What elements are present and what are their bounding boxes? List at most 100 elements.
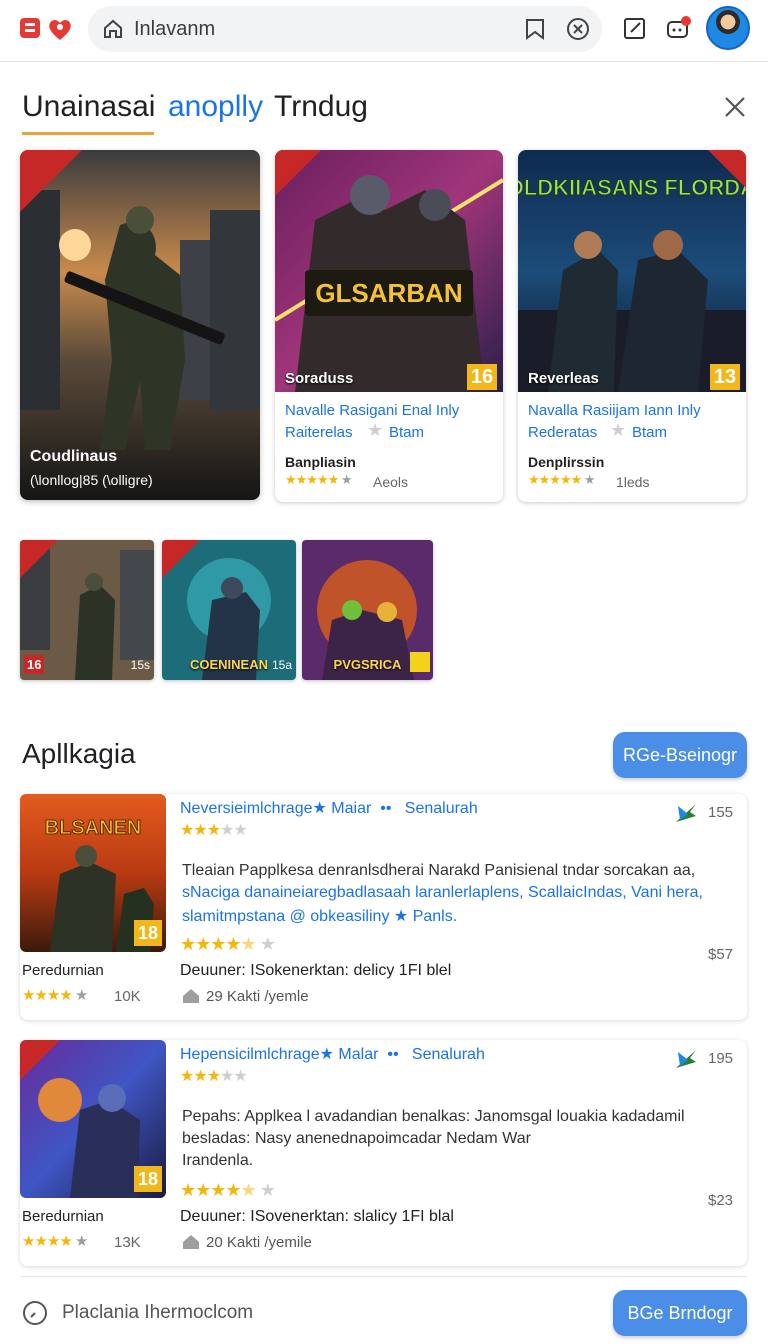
card-description-tag[interactable]: Btam (389, 424, 424, 441)
section-title: Apllkagia (22, 738, 136, 769)
app-description-line3[interactable]: slamitmpstana @ obkeasiliny ★ Panls. (182, 906, 457, 926)
download-icon[interactable] (674, 1048, 698, 1070)
bookmark-icon[interactable] (524, 18, 546, 42)
app-description-line3: Irandenla. (182, 1152, 254, 1169)
card-overlay-label: Soraduss (285, 370, 354, 387)
search-input[interactable]: Inlavanm (134, 18, 215, 41)
star-icon: ★ (312, 800, 327, 817)
app-name: Beredurnian (22, 1208, 104, 1225)
download-count: 195 (708, 1050, 734, 1067)
game-thumbnail[interactable]: COENINEAN 15a (162, 540, 296, 680)
age-rating-badge: 18 (134, 1166, 162, 1192)
active-tab-underline (22, 132, 154, 135)
home-icon[interactable] (102, 18, 124, 40)
publisher-line: Neversieimlchrage★ Maiar •• Senalurah (180, 798, 478, 818)
app-description-line1: Pepahs: Applkea l avadandian benalkas: J… (182, 1108, 685, 1125)
game-thumbnail[interactable]: PVGSRICA (302, 540, 433, 680)
app-list-item[interactable]: BLSANEN 18 Neversieimlchrage★ Maiar •• S… (20, 794, 747, 1020)
tab-unainasai[interactable]: Unainasai (22, 90, 155, 124)
mini-star-rating: ★★★★★ (180, 822, 248, 839)
mini-star-rating: ★★★★★ (180, 1068, 248, 1085)
app-rating-count: 10K (114, 988, 141, 1005)
app-rating-count: 13K (114, 1234, 141, 1251)
cover-title: UDLDKIIASANS FLORDAN (518, 175, 746, 200)
publisher-link[interactable]: Hepensicilmlchrage (180, 1046, 320, 1063)
app-list-item[interactable]: 18 Hepensicilmlchrage★ Malar •• Senalura… (20, 1040, 747, 1266)
featured-game-card-large[interactable]: Coudlinaus (\lonllog|85 (\olligre) (20, 150, 260, 500)
card-description-line1[interactable]: Navalla Rasiijam Iann Inly (528, 402, 701, 419)
game-thumbnail[interactable]: 16 15s (20, 540, 154, 680)
app-description-tag[interactable]: Panls. (413, 908, 457, 925)
card-name: Denplirssin (528, 454, 605, 470)
game-cover-image: UDLDKIIASANS FLORDAN (518, 150, 746, 392)
see-more-button[interactable]: RGe-Bseinogr (613, 732, 747, 778)
app-size-info: 29 Kakti /yemle (206, 988, 309, 1005)
divider (20, 1276, 747, 1277)
publisher-link-2[interactable]: Maiar (331, 800, 371, 817)
app-user-rating: ★★★★ ★ (22, 1233, 88, 1250)
publisher-line: Hepensicilmlchrage★ Malar •• Senalurah (180, 1044, 485, 1064)
app-description-link[interactable]: slamitmpstana @ obkeasiliny (182, 908, 389, 925)
clear-icon[interactable] (566, 17, 590, 41)
card-rating-count: 1leds (616, 474, 650, 490)
user-avatar[interactable] (706, 6, 750, 50)
category-tabs: Unainasai anoplly Trndug (0, 78, 768, 138)
card-description-line2[interactable]: Rederatas (528, 424, 597, 441)
star-icon: ★ (610, 420, 627, 440)
app-star-rating: ★★★★★ ★ (180, 934, 276, 954)
publisher-link-3[interactable]: Senalurah (412, 1046, 485, 1063)
bottom-action-button[interactable]: BGe Brndogr (613, 1290, 747, 1336)
star-icon: ★ (319, 1046, 334, 1063)
age-rating-badge: 16 (24, 655, 45, 674)
card-star-rating: ★★★★★ ★ (285, 472, 353, 487)
app-description-line1: Tleaian Papplkesa denranlsdherai Narakd … (182, 862, 696, 879)
home-icon (183, 989, 199, 1003)
bottom-link[interactable]: Placlania Ihermoclcom (62, 1302, 253, 1324)
tab-anoplly[interactable]: anoplly (168, 90, 263, 124)
download-count: 155 (708, 804, 734, 821)
card-overlay-label: Reverleas (528, 370, 599, 387)
card-rating-count: Aeols (373, 474, 409, 490)
corner-ribbon (20, 150, 82, 212)
download-icon[interactable] (674, 802, 698, 824)
publisher-link-3[interactable]: Senalurah (405, 800, 478, 817)
app-price: $57 (708, 946, 734, 963)
app-price: $23 (708, 1192, 734, 1209)
age-rating-badge: 18 (134, 920, 162, 946)
app-user-rating: ★★★★ ★ (22, 987, 88, 1004)
card-star-rating: ★★★★★ ★ (528, 472, 596, 487)
age-rating-badge: 16 (467, 364, 497, 390)
app-name: Peredurnian (22, 962, 104, 979)
card-description-tag[interactable]: Btam (632, 424, 667, 441)
separator-dots: •• (375, 800, 401, 817)
featured-subtitle: (\lonllog|85 (\olligre) (30, 472, 153, 488)
app-star-rating: ★★★★★ ★ (180, 1180, 276, 1200)
app-details: Deuuner: ISokenerktan: delicy 1FI blel (180, 962, 452, 979)
publisher-link-2[interactable]: Malar (338, 1046, 378, 1063)
featured-game-card[interactable]: UDLDKIIASANS FLORDAN Reverleas 13 Navall… (518, 150, 746, 502)
tab-trndug[interactable]: Trndug (274, 90, 368, 124)
card-description-line1[interactable]: Navalle Rasigani Enal Inly (285, 402, 459, 419)
app-size-info: 20 Kakti /yemile (206, 1234, 312, 1251)
star-icon: ★ (367, 420, 384, 440)
card-name: Banpliasin (285, 454, 356, 470)
featured-title: Coudlinaus (30, 448, 118, 465)
app-logo-icon[interactable] (20, 14, 76, 44)
age-rating-badge: 13 (710, 364, 740, 390)
card-description-line2[interactable]: Raiterelas (285, 424, 353, 441)
home-icon (183, 1235, 199, 1249)
thumbnail-title: PVGSRICA (333, 657, 402, 672)
app-description-line2: besladas: Nasy anenednapoimcadar Nedam W… (182, 1130, 531, 1147)
close-icon[interactable] (722, 94, 748, 120)
app-description-line2[interactable]: sNaciga danaineiaregbadlasaah laranlerla… (182, 884, 703, 902)
clock-icon[interactable] (22, 1300, 48, 1326)
featured-game-card[interactable]: GLSARBAN Soraduss 16 Navalle Rasigani En… (275, 150, 503, 502)
search-bar[interactable]: Inlavanm (88, 6, 602, 52)
cover-title: BLSANEN (45, 817, 142, 839)
publisher-link[interactable]: Neversieimlchrage (180, 800, 313, 817)
edit-icon[interactable] (622, 15, 648, 41)
separator-dots: •• (382, 1046, 408, 1063)
notification-icon[interactable] (666, 15, 692, 41)
top-bar: Inlavanm (0, 0, 768, 62)
thumbnail-size: 15s (130, 658, 150, 672)
